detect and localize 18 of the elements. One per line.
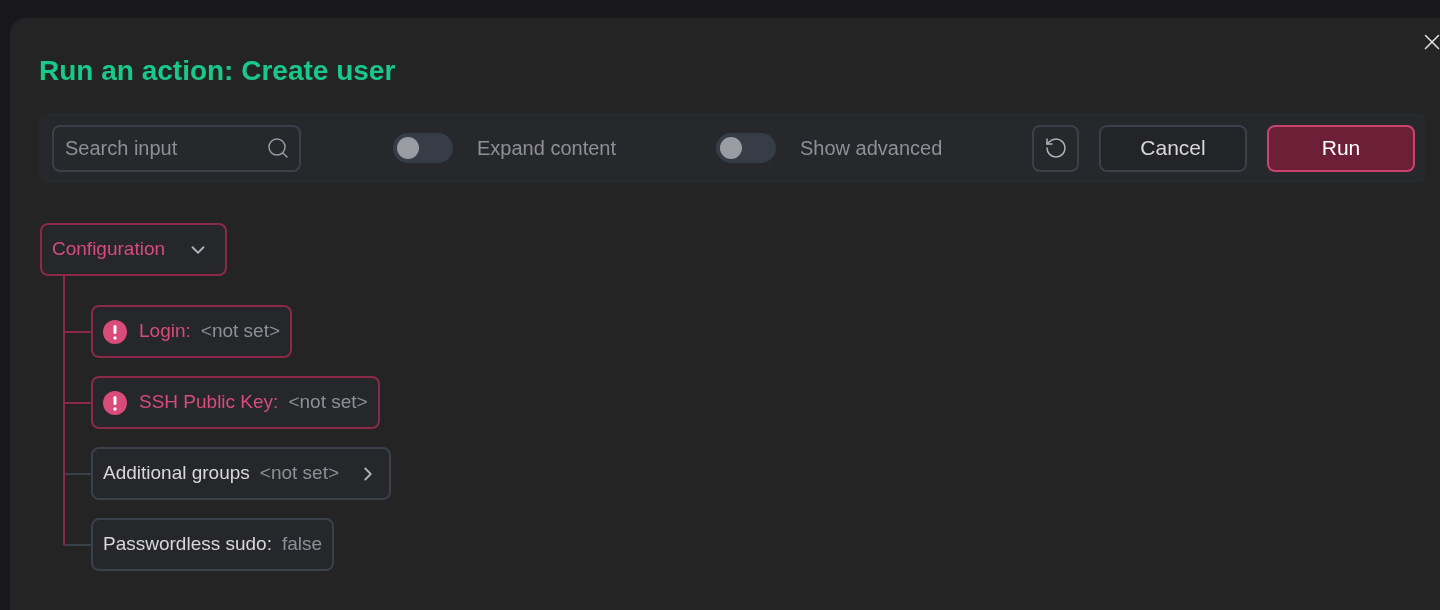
- toggle-switch[interactable]: [716, 133, 776, 163]
- toggle-switch[interactable]: [393, 133, 453, 163]
- tree-node[interactable]: Passwordless sudo: false: [91, 518, 335, 571]
- search-icon: [266, 135, 290, 160]
- toggle-label: Show advanced: [800, 136, 943, 161]
- dialog-title: Run an action: Create user: [39, 54, 396, 88]
- error-icon: [103, 319, 127, 344]
- tree-node[interactable]: Login: <not set>: [91, 305, 292, 358]
- toggle-label: Expand content: [477, 136, 616, 161]
- search-field[interactable]: Search input: [52, 124, 301, 172]
- tree-group-node[interactable]: Configuration: [40, 223, 228, 276]
- reset-icon: [1043, 136, 1068, 160]
- run-button[interactable]: Run: [1267, 124, 1415, 172]
- error-icon: [103, 390, 127, 415]
- tree-node[interactable]: Additional groups <not set>: [91, 447, 392, 500]
- tree-node[interactable]: SSH Public Key: <not set>: [91, 376, 380, 429]
- reset-button[interactable]: [1032, 124, 1079, 172]
- cancel-button[interactable]: Cancel: [1099, 124, 1247, 172]
